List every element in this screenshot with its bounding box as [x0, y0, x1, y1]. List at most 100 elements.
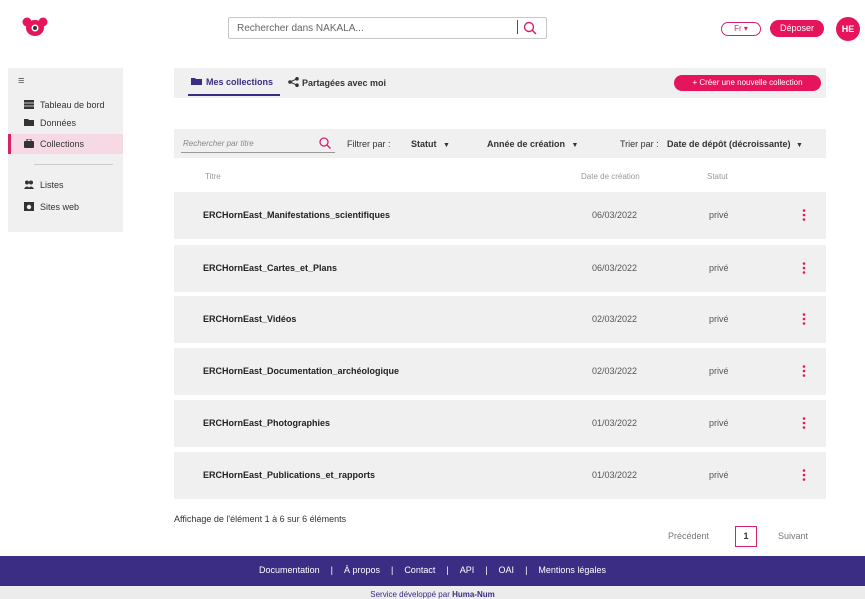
footer-separator: | [330, 565, 333, 575]
nakala-logo-icon[interactable] [22, 17, 48, 37]
service-credit: Service développé par Huma-Num [0, 586, 865, 599]
table-row[interactable]: ERCHornEast_Photographies 01/03/2022 pri… [174, 400, 826, 447]
collections-tabs: Mes collections Partagées avec moi + Cré… [174, 68, 826, 98]
status-filter-label: Statut [411, 139, 437, 149]
table-row[interactable]: ERCHornEast_Documentation_archéologique … [174, 348, 826, 395]
sidebar-item-dashboard[interactable]: Tableau de bord [8, 95, 123, 115]
user-avatar[interactable]: HE [836, 17, 860, 41]
previous-page-button[interactable]: Précédent [668, 531, 709, 541]
creation-date: 02/03/2022 [592, 314, 638, 324]
tab-my-collections-label: Mes collections [206, 77, 274, 87]
briefcase-icon [24, 139, 34, 148]
sidebar-divider [34, 164, 113, 165]
results-info: Affichage de l'élément 1 à 6 sur 6 éléme… [174, 514, 347, 524]
creation-date: 01/03/2022 [592, 418, 638, 428]
footer-separator: | [485, 565, 488, 575]
column-header-status[interactable]: Statut [707, 172, 728, 181]
filter-bar: Rechercher par titre Filtrer par : Statu… [174, 129, 826, 158]
sidebar-item-collections[interactable]: Collections [8, 134, 123, 154]
sort-dropdown[interactable]: Date de dépôt (décroissante) ▼ [667, 139, 803, 149]
service-credit-prefix: Service développé par [370, 590, 453, 599]
status-filter-dropdown[interactable]: Statut ▼ [411, 139, 450, 149]
creation-date: 06/03/2022 [592, 210, 638, 220]
footer-link-about[interactable]: À propos [344, 565, 380, 575]
sidebar-item-label: Sites web [40, 202, 80, 212]
status-value: privé [709, 314, 729, 324]
year-filter-dropdown[interactable]: Année de création ▼ [487, 139, 578, 149]
column-header-title[interactable]: Titre [205, 172, 221, 181]
page-number-button[interactable]: 1 [735, 526, 757, 547]
collection-title[interactable]: ERCHornEast_Cartes_et_Plans [203, 263, 337, 273]
web-icon [24, 202, 34, 211]
more-options-icon[interactable] [801, 468, 807, 482]
language-select[interactable]: Fr ▾ [721, 22, 761, 36]
next-page-button[interactable]: Suivant [778, 531, 808, 541]
table-row[interactable]: ERCHornEast_Vidéos 02/03/2022 privé [174, 296, 826, 343]
search-icon[interactable] [318, 136, 332, 150]
footer-link-documentation[interactable]: Documentation [259, 565, 320, 575]
global-search-input[interactable]: Rechercher dans NAKALA... [228, 17, 547, 39]
text-caret [517, 20, 518, 34]
sidebar: ≡ Tableau de bord Données Collections Li… [8, 68, 123, 232]
huma-num-link[interactable]: Huma-Num [452, 590, 495, 599]
status-value: privé [709, 366, 729, 376]
more-options-icon[interactable] [801, 208, 807, 222]
title-search-input[interactable]: Rechercher par titre [181, 135, 335, 153]
collection-title[interactable]: ERCHornEast_Manifestations_scientifiques [203, 210, 390, 220]
footer-separator: | [390, 565, 394, 575]
caret-down-icon: ▼ [443, 142, 450, 149]
sidebar-item-label: Collections [40, 139, 85, 149]
top-bar: Rechercher dans NAKALA... Fr ▾ Déposer H… [0, 0, 865, 58]
tab-shared-label: Partagées avec moi [302, 78, 387, 88]
status-value: privé [709, 263, 729, 273]
creation-date: 06/03/2022 [592, 263, 638, 273]
more-options-icon[interactable] [801, 364, 807, 378]
chevron-down-icon: ▾ [743, 24, 748, 33]
folder-icon [24, 119, 34, 126]
sidebar-item-data[interactable]: Données [8, 113, 123, 133]
sidebar-item-websites[interactable]: Sites web [8, 197, 123, 217]
footer-links: Documentation | À propos | Contact | API | OAI | M… [0, 565, 865, 575]
status-value: privé [709, 470, 729, 480]
tab-shared-with-me[interactable]: Partagées avec moi [288, 77, 386, 88]
more-options-icon[interactable] [801, 312, 807, 326]
footer-link-api[interactable]: API [460, 565, 475, 575]
sidebar-item-label: Données [40, 118, 77, 128]
table-row[interactable]: ERCHornEast_Cartes_et_Plans 06/03/2022 p… [174, 245, 826, 292]
more-options-icon[interactable] [801, 261, 807, 275]
sidebar-item-lists[interactable]: Listes [8, 175, 123, 195]
collection-title[interactable]: ERCHornEast_Vidéos [203, 314, 296, 324]
search-icon[interactable] [522, 20, 538, 36]
filter-by-label: Filtrer par : [347, 139, 391, 149]
footer-link-contact[interactable]: Contact [404, 565, 435, 575]
more-options-icon[interactable] [801, 416, 807, 430]
collection-title[interactable]: ERCHornEast_Photographies [203, 418, 330, 428]
share-icon [288, 77, 299, 87]
language-value: Fr [734, 24, 742, 33]
table-row[interactable]: ERCHornEast_Publications_et_rapports 01/… [174, 452, 826, 499]
caret-down-icon: ▼ [571, 142, 579, 149]
folder-open-icon [191, 78, 202, 85]
table-row[interactable]: ERCHornEast_Manifestations_scientifiques… [174, 192, 826, 239]
global-search-placeholder: Rechercher dans NAKALA... [237, 23, 364, 34]
status-value: privé [709, 210, 729, 220]
footer-separator: | [525, 565, 528, 575]
table-header: Titre Date de création Statut [174, 166, 826, 186]
creation-date: 02/03/2022 [592, 366, 638, 376]
footer-link-oai[interactable]: OAI [499, 565, 515, 575]
status-value: privé [709, 418, 729, 428]
table-icon [24, 100, 34, 109]
year-filter-label: Année de création [487, 139, 566, 149]
footer-separator: | [446, 565, 449, 575]
collection-title[interactable]: ERCHornEast_Documentation_archéologique [203, 366, 399, 376]
column-header-date[interactable]: Date de création [581, 172, 640, 181]
create-collection-button[interactable]: + Créer une nouvelle collection [674, 75, 821, 91]
sidebar-item-label: Tableau de bord [40, 100, 105, 110]
footer-link-legal[interactable]: Mentions légales [538, 565, 606, 575]
tab-my-collections[interactable]: Mes collections [191, 77, 273, 87]
menu-toggle-icon[interactable]: ≡ [18, 75, 24, 87]
deposit-button[interactable]: Déposer [770, 20, 824, 37]
footer: Documentation | À propos | Contact | API | OAI | M… [0, 556, 865, 586]
creation-date: 01/03/2022 [592, 470, 638, 480]
collection-title[interactable]: ERCHornEast_Publications_et_rapports [203, 470, 375, 480]
